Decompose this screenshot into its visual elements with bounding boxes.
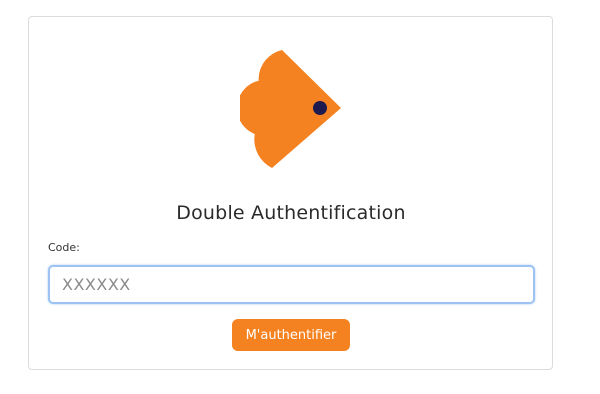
authenticate-button[interactable]: M'authentifier bbox=[232, 319, 350, 351]
page-title: Double Authentification bbox=[176, 202, 406, 224]
code-input[interactable] bbox=[48, 265, 535, 304]
fish-logo-icon bbox=[240, 50, 342, 168]
code-label: Code: bbox=[48, 241, 80, 254]
